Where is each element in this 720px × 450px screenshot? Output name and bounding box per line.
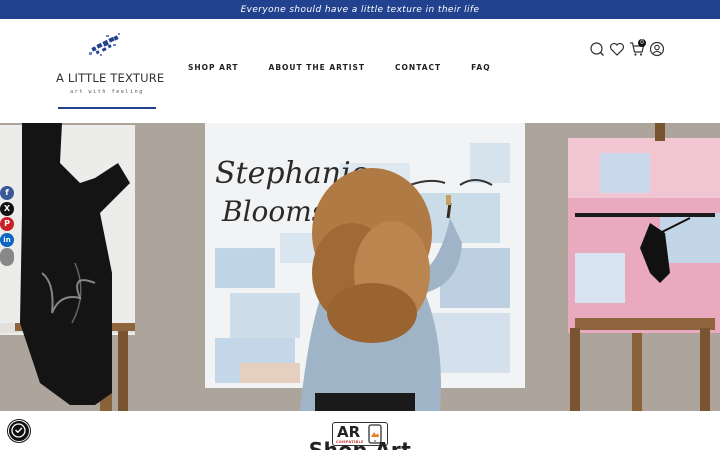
account-icon[interactable] — [649, 41, 665, 57]
nav-contact[interactable]: CONTACT — [395, 63, 441, 72]
accessibility-icon — [11, 423, 26, 438]
section-title: Shop Art — [308, 438, 412, 450]
logo-tagline: art with feeling — [70, 89, 144, 95]
header-icons — [588, 41, 668, 61]
nav-shop-art[interactable]: SHOP ART — [188, 63, 239, 72]
nav-about-the-artist[interactable]: ABOUT THE ARTIST — [269, 63, 366, 72]
logo-brushstroke-icon — [89, 33, 120, 56]
linkedin-icon[interactable]: in — [0, 232, 14, 247]
hero-artist-scene: Stephanie Blooms — [0, 123, 720, 411]
hero-image: Stephanie Blooms — [0, 123, 720, 411]
cart-count-badge: 0 — [638, 39, 646, 47]
search-icon[interactable] — [589, 41, 605, 57]
pinterest-icon[interactable]: P — [0, 217, 14, 231]
site-header: A LITTLE TEXTURE art with feeling SHOP A… — [0, 19, 720, 123]
main-nav: SHOP ART ABOUT THE ARTIST CONTACT FAQ — [188, 63, 521, 72]
share-more-icon[interactable] — [0, 248, 14, 266]
announcement-bar: Everyone should have a little texture in… — [0, 0, 720, 19]
heart-icon[interactable] — [609, 41, 625, 57]
logo-underline — [58, 107, 156, 109]
nav-faq[interactable]: FAQ — [471, 63, 490, 72]
social-share-bar: f X P in — [0, 186, 14, 268]
signature-line2: Blooms — [221, 195, 326, 228]
site-logo[interactable]: A LITTLE TEXTURE art with feeling — [56, 29, 165, 109]
logo-title: A LITTLE TEXTURE — [56, 71, 165, 85]
x-icon[interactable]: X — [0, 201, 14, 216]
facebook-icon[interactable]: f — [0, 186, 14, 200]
announcement-text: Everyone should have a little texture in… — [240, 4, 480, 15]
